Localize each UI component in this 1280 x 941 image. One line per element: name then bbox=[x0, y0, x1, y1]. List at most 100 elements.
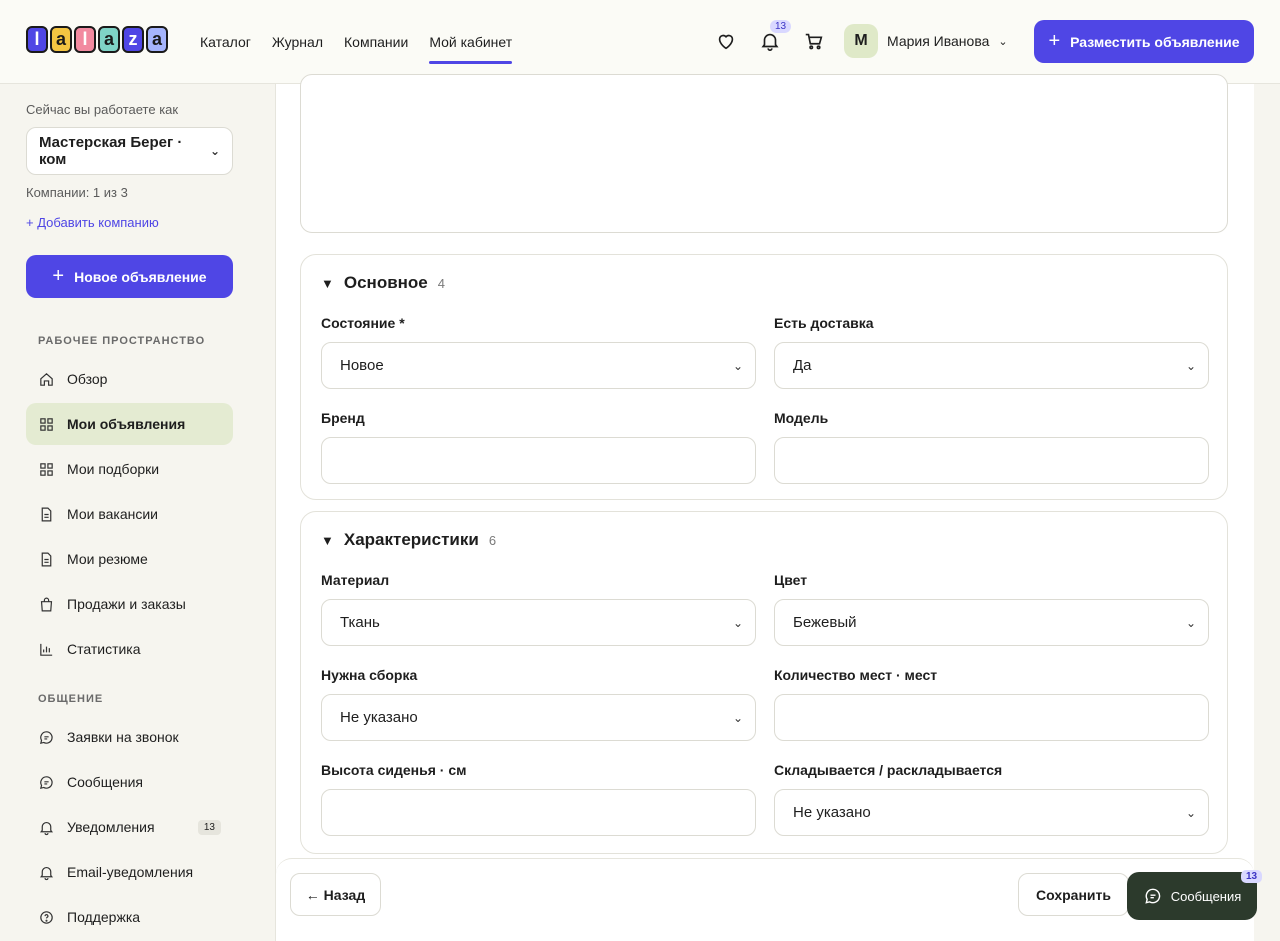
section-title: Характеристики bbox=[343, 530, 479, 549]
right-gutter bbox=[1254, 84, 1280, 941]
color-select[interactable]: Бежевый ⌄ bbox=[774, 599, 1209, 646]
sidebar-item-label: Поддержка bbox=[67, 909, 141, 925]
section-title: Основное bbox=[343, 273, 428, 292]
user-name: Мария Иванова bbox=[887, 33, 990, 49]
sidebar-item-label: Статистика bbox=[67, 641, 141, 657]
messages-float-button[interactable]: Сообщения bbox=[1127, 872, 1257, 920]
sidebar-item-messages[interactable]: Сообщения bbox=[26, 761, 233, 803]
company-select-value: Мастерская Берег · ком bbox=[39, 134, 183, 168]
chevron-down-icon: ⌄ bbox=[209, 144, 220, 158]
chevron-down-icon: ⌄ bbox=[1185, 805, 1196, 820]
avatar: М bbox=[844, 24, 878, 58]
section-toggle-basic[interactable]: ▼ Основное 4 bbox=[321, 273, 445, 293]
messages-float-label: Сообщения bbox=[1170, 888, 1242, 904]
chevron-down-icon: ⌄ bbox=[998, 35, 1008, 48]
new-listing-button[interactable]: + Новое объявление bbox=[26, 255, 233, 298]
logo-letter: a bbox=[50, 26, 72, 53]
section-toggle-specs[interactable]: ▼ Характеристики 6 bbox=[321, 530, 496, 550]
chevron-down-icon: ⌄ bbox=[732, 710, 743, 725]
seats-label: Количество мест · мест bbox=[774, 667, 938, 683]
brand-label: Бренд bbox=[321, 410, 365, 426]
material-label: Материал bbox=[321, 572, 390, 588]
sidebar-item-my-resumes[interactable]: Мои резюме bbox=[26, 538, 233, 580]
bell-icon[interactable] bbox=[759, 30, 781, 52]
company-select[interactable]: Мастерская Берег · ком ⌄ bbox=[26, 127, 233, 175]
material-select[interactable]: Ткань ⌄ bbox=[321, 599, 756, 646]
notifications-count-badge: 13 bbox=[197, 819, 221, 835]
nav-companies[interactable]: Компании bbox=[344, 0, 408, 84]
seat-height-input[interactable] bbox=[321, 789, 756, 836]
sidebar-item-overview[interactable]: Обзор bbox=[26, 358, 233, 400]
heart-icon[interactable] bbox=[715, 30, 737, 52]
logo-letter: a bbox=[146, 26, 168, 53]
document-icon bbox=[41, 507, 52, 521]
section-workspace: РАБОЧЕЕ ПРОСТРАНСТВО bbox=[38, 335, 206, 347]
sidebar-item-label: Уведомления bbox=[67, 819, 155, 835]
help-icon bbox=[40, 910, 53, 924]
plus-icon: + bbox=[52, 265, 65, 287]
sidebar-item-sales-orders[interactable]: Продажи и заказы bbox=[26, 583, 233, 625]
save-button[interactable]: Сохранить bbox=[1018, 873, 1129, 916]
sidebar-item-call-requests[interactable]: Заявки на звонок bbox=[26, 716, 233, 758]
chat-icon bbox=[1145, 888, 1160, 904]
companies-count: Компании: 1 из 3 bbox=[26, 185, 128, 200]
section-count: 4 bbox=[437, 276, 445, 291]
sidebar-item-email-notifications[interactable]: Email-уведомления bbox=[26, 851, 233, 893]
triangle-down-icon: ▼ bbox=[321, 533, 334, 548]
sidebar-item-notifications[interactable]: Уведомления 13 bbox=[26, 806, 233, 848]
description-textarea[interactable] bbox=[300, 74, 1228, 233]
lalaza-logo[interactable]: l a l a z a bbox=[26, 26, 168, 53]
delivery-select[interactable]: Да ⌄ bbox=[774, 342, 1209, 389]
section-communication: ОБЩЕНИЕ bbox=[38, 693, 104, 705]
new-listing-label: Новое объявление bbox=[74, 268, 207, 285]
triangle-down-icon: ▼ bbox=[321, 276, 334, 291]
shopping-bag-icon bbox=[40, 597, 53, 611]
sidebar-item-support[interactable]: Поддержка bbox=[26, 896, 233, 938]
logo-letter: z bbox=[122, 26, 144, 53]
plus-icon: + bbox=[1048, 30, 1061, 52]
main-nav: Каталог Журнал Компании Мой кабинет bbox=[200, 0, 512, 84]
nav-my-cabinet[interactable]: Мой кабинет bbox=[429, 0, 512, 84]
folding-select[interactable]: Не указано ⌄ bbox=[774, 789, 1209, 836]
chat-icon bbox=[40, 775, 53, 789]
sidebar-item-label: Мои объявления bbox=[67, 416, 186, 432]
grid-icon bbox=[40, 462, 53, 476]
grid-icon bbox=[40, 417, 53, 431]
basic-section: ▼ Основное 4 Состояние * Новое ⌄ Есть до… bbox=[300, 254, 1228, 500]
delivery-value: Да bbox=[793, 357, 812, 374]
cart-icon[interactable] bbox=[803, 30, 825, 52]
chevron-down-icon: ⌄ bbox=[732, 358, 743, 373]
sidebar-item-label: Email-уведомления bbox=[67, 864, 194, 880]
assembly-select[interactable]: Не указано ⌄ bbox=[321, 694, 756, 741]
condition-select[interactable]: Новое ⌄ bbox=[321, 342, 756, 389]
post-listing-button[interactable]: + Разместить объявление bbox=[1034, 20, 1254, 63]
sidebar-item-my-listings[interactable]: Мои объявления bbox=[26, 403, 233, 445]
home-icon bbox=[40, 372, 53, 386]
logo-letter: l bbox=[74, 26, 96, 53]
back-button[interactable]: ← Назад bbox=[290, 873, 381, 916]
nav-catalog[interactable]: Каталог bbox=[200, 0, 251, 84]
color-label: Цвет bbox=[774, 572, 808, 588]
model-input[interactable] bbox=[774, 437, 1209, 484]
add-company-link[interactable]: + Добавить компанию bbox=[26, 215, 159, 230]
sidebar-item-label: Сообщения bbox=[67, 774, 143, 790]
chevron-down-icon: ⌄ bbox=[1185, 615, 1196, 630]
brand-input[interactable] bbox=[321, 437, 756, 484]
seat-height-label: Высота сиденья · см bbox=[321, 762, 467, 778]
bell-icon bbox=[39, 821, 54, 835]
chat-icon bbox=[40, 730, 53, 744]
sidebar-item-my-collections[interactable]: Мои подборки bbox=[26, 448, 233, 490]
sidebar: Сейчас вы работаете как Мастерская Берег… bbox=[0, 84, 276, 941]
sidebar-item-statistics[interactable]: Статистика bbox=[26, 628, 233, 670]
folding-label: Складывается / раскладывается bbox=[774, 762, 1003, 778]
specs-section: ▼ Характеристики 6 Материал Ткань ⌄ Цвет… bbox=[300, 511, 1228, 854]
logo-letter: l bbox=[26, 26, 48, 53]
sidebar-item-label: Продажи и заказы bbox=[67, 596, 186, 612]
sidebar-item-label: Обзор bbox=[67, 371, 108, 387]
user-menu[interactable]: М Мария Иванова ⌄ bbox=[844, 24, 1008, 58]
seats-input[interactable] bbox=[774, 694, 1209, 741]
sidebar-item-label: Мои вакансии bbox=[67, 506, 158, 522]
sidebar-item-my-vacancies[interactable]: Мои вакансии bbox=[26, 493, 233, 535]
nav-journal[interactable]: Журнал bbox=[272, 0, 323, 84]
chevron-down-icon: ⌄ bbox=[732, 615, 743, 630]
